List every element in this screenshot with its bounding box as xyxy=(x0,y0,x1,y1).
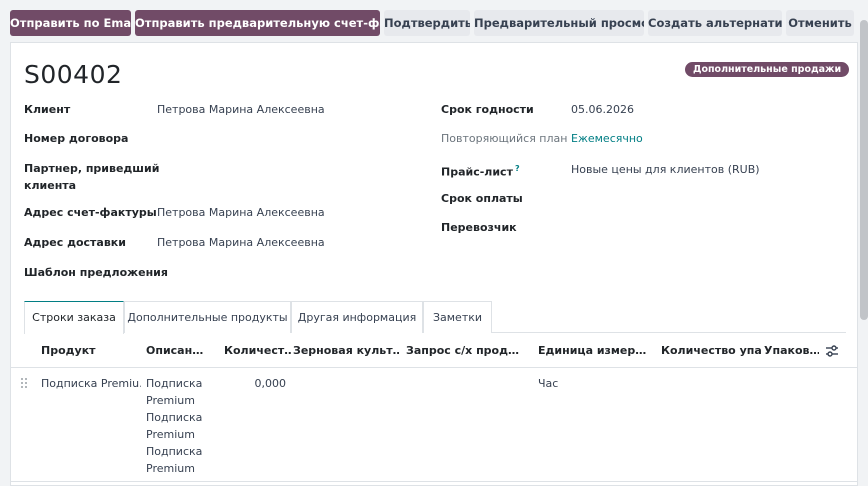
send-email-button[interactable]: Отправить по Email xyxy=(10,10,131,36)
drag-handle-icon[interactable] xyxy=(21,378,29,390)
referrer-label-line2: клиента xyxy=(24,179,77,192)
help-icon[interactable]: ? xyxy=(515,164,520,173)
send-proforma-button[interactable]: Отправить предварительную счет-фактуру xyxy=(135,10,380,36)
control-panel: Отправить по Email Отправить предварител… xyxy=(0,0,868,42)
status-badge: Дополнительные продажи xyxy=(685,62,850,77)
recurring-plan-field[interactable]: Ежемесячно xyxy=(571,130,643,147)
invoice-address-label: Адрес счет-фактуры xyxy=(24,206,157,219)
recurring-plan-label: Повторяющийся план xyxy=(441,132,568,145)
column-uom[interactable]: Единица измер… xyxy=(538,334,656,368)
row-product[interactable]: Подписка Premiu… xyxy=(41,375,141,392)
template-label: Шаблон предложения xyxy=(24,266,168,279)
tab-other-info[interactable]: Другая информация xyxy=(291,301,423,333)
confirm-button[interactable]: Подтвердить xyxy=(384,10,470,36)
column-packaging-qty[interactable]: Количество упа… xyxy=(661,334,761,368)
description-line: Подписка xyxy=(146,445,203,458)
column-agri-request[interactable]: Запрос с/х прод… xyxy=(406,334,531,368)
tab-optional-products[interactable]: Дополнительные продукты xyxy=(124,301,291,333)
pricelist-field[interactable]: Новые цены для клиентов (RUB) xyxy=(571,161,760,178)
row-description[interactable]: Подписка Premium Подписка Premium Подпис… xyxy=(146,375,202,477)
pricelist-label-text: Прайс-лист xyxy=(441,165,513,179)
expiration-field[interactable]: 05.06.2026 xyxy=(571,101,634,118)
column-crop[interactable]: Зерновая культ… xyxy=(293,334,399,368)
description-line: Premium xyxy=(146,462,195,475)
tab-order-lines[interactable]: Строки заказа xyxy=(24,301,124,334)
invoice-address-field[interactable]: Петрова Марина Алексеевна xyxy=(157,204,325,221)
row-quantity[interactable]: 0,000 xyxy=(224,375,287,392)
optional-columns-icon[interactable] xyxy=(825,344,839,358)
row-uom[interactable]: Час xyxy=(538,375,558,392)
pricelist-label: Прайс-лист? xyxy=(441,160,520,181)
customer-field[interactable]: Петрова Марина Алексеевна xyxy=(157,101,325,118)
form-sheet: S00402 Дополнительные продажи Клиент Пет… xyxy=(10,42,858,486)
delivery-address-label: Адрес доставки xyxy=(24,236,126,249)
description-line: Подписка xyxy=(146,377,203,390)
delivery-address-field[interactable]: Петрова Марина Алексеевна xyxy=(157,234,325,251)
record-title: S00402 xyxy=(24,60,123,89)
contract-label: Номер договора xyxy=(24,132,129,145)
cancel-button[interactable]: Отменить xyxy=(786,10,854,36)
column-product[interactable]: Продукт xyxy=(41,334,141,368)
referrer-label-line1: Партнер, приведший xyxy=(24,162,160,175)
customer-label: Клиент xyxy=(24,103,71,116)
tab-notes[interactable]: Заметки xyxy=(423,301,492,333)
column-quantity[interactable]: Количест… xyxy=(224,334,292,368)
payment-terms-label: Срок оплаты xyxy=(441,192,523,205)
order-lines-header: Продукт Описан… Количест… Зерновая культ… xyxy=(11,334,857,368)
description-line: Premium xyxy=(146,428,195,441)
description-line: Premium xyxy=(146,394,195,407)
notebook-tabs: Строки заказа Дополнительные продукты Др… xyxy=(24,301,846,334)
column-description[interactable]: Описан… xyxy=(146,334,218,368)
table-row[interactable]: Подписка Premiu… Подписка Premium Подпис… xyxy=(11,368,857,482)
carrier-label: Перевозчик xyxy=(441,221,517,234)
preview-button[interactable]: Предварительный просмотр xyxy=(474,10,644,36)
expiration-label: Срок годности xyxy=(441,103,534,116)
scrollbar[interactable] xyxy=(860,20,868,320)
column-packaging[interactable]: Упаков… xyxy=(764,334,819,368)
description-line: Подписка xyxy=(146,411,203,424)
create-alternative-button[interactable]: Создать альтернативу xyxy=(648,10,782,36)
